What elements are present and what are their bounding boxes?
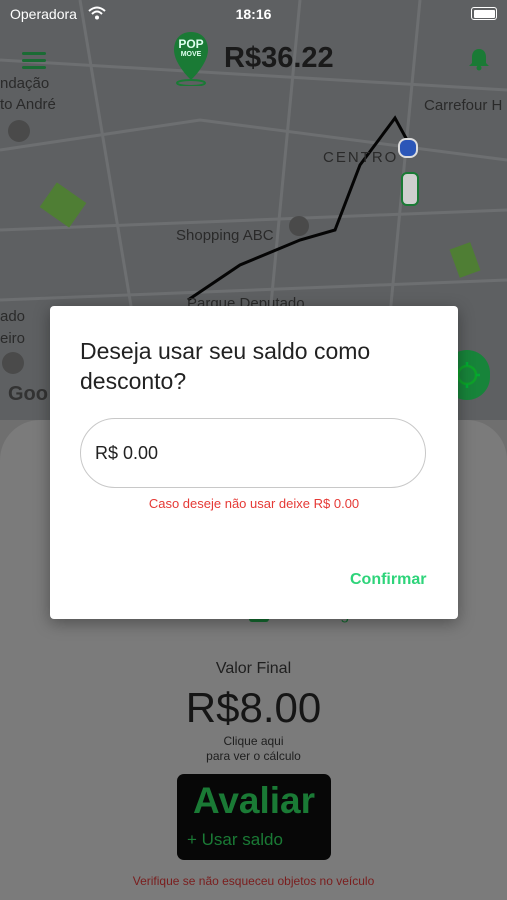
shopping-pin-icon — [289, 216, 309, 236]
map-label: eiro — [0, 330, 26, 347]
calculation-link[interactable]: Clique aqui para ver o cálculo — [0, 734, 507, 764]
rate-label: Avaliar — [192, 780, 316, 821]
final-value-label: Valor Final — [215, 660, 292, 677]
calculation-link-line1: Clique aqui — [223, 734, 284, 748]
logo-text: POP — [178, 37, 204, 51]
status-bar: Operadora 18:16 — [0, 0, 507, 28]
map-label: ndação — [0, 75, 50, 92]
map-label: Carrefour H — [424, 97, 503, 114]
rate-button[interactable]: Avaliar + Usar saldo — [177, 774, 331, 860]
car-icon — [401, 172, 419, 206]
calculation-link-line2: para ver o cálculo — [206, 749, 301, 763]
route-line — [187, 115, 409, 302]
forgotten-items-warning: Verifique se não esqueceu objetos no veí… — [132, 874, 375, 888]
map-label: to André — [0, 96, 56, 113]
map-label: ado — [0, 308, 26, 325]
battery-icon — [471, 7, 497, 20]
menu-icon[interactable] — [22, 52, 46, 69]
store-pin-icon — [2, 352, 24, 374]
dialog-title: Deseja usar seu saldo como desconto? — [80, 338, 371, 394]
confirm-button[interactable]: Confirmar — [350, 571, 426, 589]
discount-amount-input[interactable] — [80, 418, 426, 488]
clock: 18:16 — [235, 6, 272, 22]
school-pin-icon — [8, 120, 30, 142]
logo-subtext: MOVE — [180, 51, 202, 58]
use-balance-label: + Usar saldo — [187, 830, 283, 849]
map-label: CENTRO — [323, 149, 399, 166]
user-location-icon — [398, 138, 418, 158]
balance-amount: R$36.22 — [224, 42, 334, 74]
bell-icon[interactable] — [466, 46, 492, 72]
discount-dialog: Deseja usar seu saldo como desconto? Cas… — [50, 306, 458, 619]
dialog-hint: Caso deseje não usar deixe R$ 0.00 — [148, 496, 360, 511]
app-logo: POP MOVE — [172, 30, 210, 87]
final-value[interactable]: R$8.00 — [0, 684, 507, 732]
google-logo: Goo — [8, 383, 48, 405]
map-label: Shopping ABC — [176, 227, 274, 244]
